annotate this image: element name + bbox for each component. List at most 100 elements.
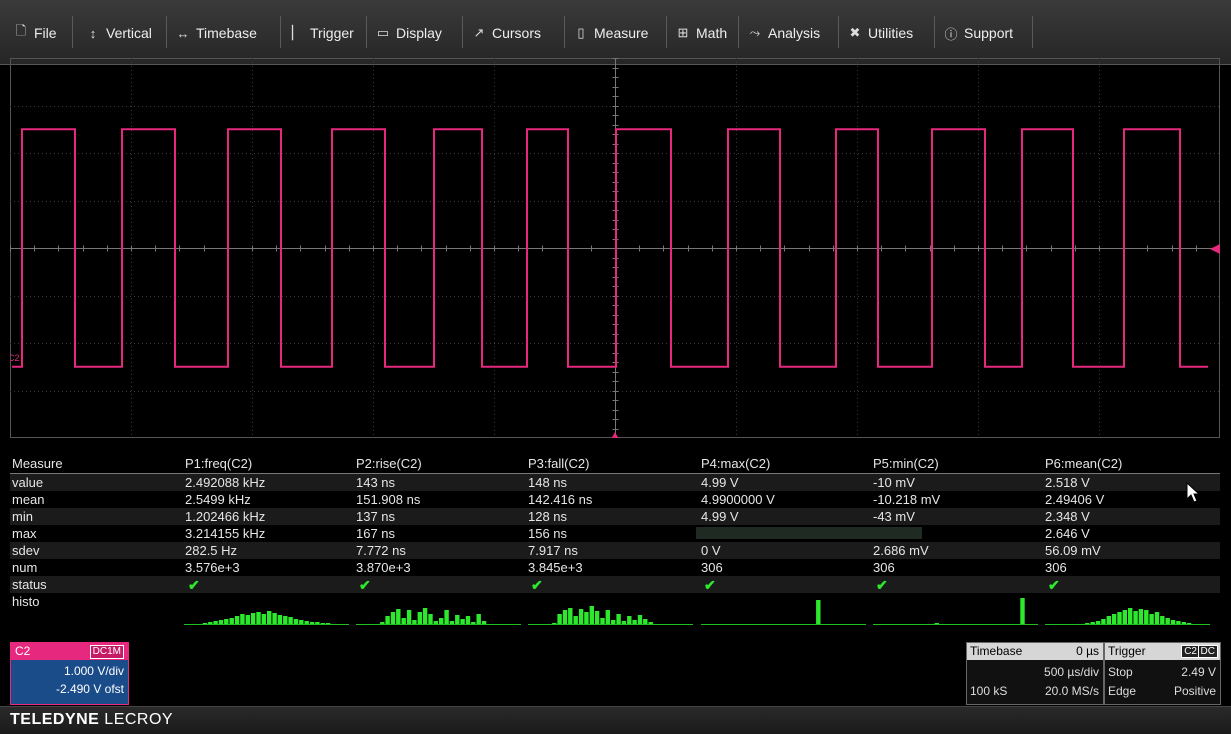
histogram-bar: [202, 623, 208, 624]
mouse-pointer-icon: [1186, 482, 1200, 503]
histogram-bar: [594, 611, 600, 624]
histogram-bar: [600, 618, 605, 624]
histogram-bar: [288, 617, 293, 624]
histogram-bar: [616, 614, 621, 624]
histogram-bar: [267, 611, 272, 624]
p1-header[interactable]: P1:freq(C2): [185, 456, 252, 471]
histogram-bar: [1122, 610, 1127, 624]
cell: 151.908 ns: [356, 492, 421, 507]
histogram-bar: [309, 622, 315, 624]
histogram-bar: [390, 612, 396, 624]
status-check-icon: ✔: [704, 577, 716, 593]
measure-row-status: status ✔ ✔ ✔ ✔ ✔ ✔: [10, 576, 1220, 593]
histogram-bar: [380, 622, 385, 624]
menu-support[interactable]: ⓘ Support: [944, 22, 1013, 44]
histogram-bar: [1111, 614, 1117, 624]
histogram-bar: [1101, 619, 1106, 624]
histogram-bar: [455, 615, 460, 624]
cell: 2.492088 kHz: [185, 475, 266, 490]
cell: 0 V: [701, 543, 721, 558]
histogram-bar: [557, 614, 562, 624]
histogram-bar: [637, 615, 643, 624]
cursors-icon: ↗: [473, 25, 485, 40]
histogram-bar: [406, 610, 412, 624]
redacted-cell: [696, 527, 922, 539]
cell: 2.518 V: [1045, 475, 1090, 490]
waveform-grid[interactable]: C2: [10, 58, 1220, 438]
cell: -10.218 mV: [873, 492, 941, 507]
histogram-bar: [1090, 622, 1095, 624]
histogram-bar: [1149, 614, 1154, 624]
analysis-icon: ⤳: [749, 25, 761, 40]
measure-row-max: max 3.214155 kHz 167 ns 156 ns 2.646 V: [10, 525, 1220, 542]
measure-row-min: min 1.202466 kHz 137 ns 128 ns 4.99 V -4…: [10, 508, 1220, 525]
histogram-bar: [1144, 610, 1149, 624]
histogram-bar: [272, 613, 277, 624]
histogram-bar: [240, 614, 245, 624]
menu-timebase[interactable]: ↔ Timebase: [176, 22, 257, 44]
cell: 167 ns: [356, 526, 396, 541]
menu-file[interactable]: 🗋 File: [14, 22, 57, 44]
menu-display-label: Display: [396, 25, 442, 41]
c2-ground-marker[interactable]: C2: [10, 353, 20, 363]
p2-header[interactable]: P2:rise(C2): [356, 456, 422, 471]
histogram-bar: [1176, 621, 1181, 624]
histogram-bar: [578, 609, 584, 624]
trigger-descriptor-box[interactable]: Trigger C2 DC Stop 2.49 V Edge Positive: [1104, 642, 1221, 705]
timebase-header: Timebase 0 µs: [967, 643, 1103, 660]
histogram-bar: [1138, 609, 1144, 624]
menu-measure[interactable]: ▯ Measure: [574, 22, 648, 44]
menu-separator: [280, 16, 281, 48]
menu-trigger[interactable]: ▏ Trigger: [290, 22, 354, 44]
trigger-coupling-badge: DC: [1197, 645, 1218, 658]
menu-analysis[interactable]: ⤳ Analysis: [748, 22, 820, 44]
histogram-bar: [568, 608, 573, 624]
menu-utilities[interactable]: ✖ Utilities: [848, 22, 914, 44]
menu-separator: [462, 16, 463, 48]
histogram-bar: [460, 619, 465, 624]
menu-cursors-label: Cursors: [492, 25, 542, 41]
menu-cursors[interactable]: ↗ Cursors: [472, 22, 541, 44]
menu-display[interactable]: ▭ Display: [376, 22, 442, 44]
histogram-bar: [481, 621, 487, 624]
histogram-bar: [1181, 622, 1186, 624]
histogram-bar: [605, 610, 610, 624]
p4-header[interactable]: P4:max(C2): [701, 456, 770, 471]
c2-descriptor-box[interactable]: C2 DC1M 1.000 V/div -2.490 V ofst: [10, 642, 129, 705]
histogram-bar: [476, 614, 481, 624]
p3-header[interactable]: P3:fall(C2): [528, 456, 589, 471]
p6-header[interactable]: P6:mean(C2): [1045, 456, 1122, 471]
cell: 282.5 Hz: [185, 543, 238, 558]
histogram-bar: [648, 622, 653, 624]
timebase-descriptor-box[interactable]: Timebase 0 µs 500 µs/div 100 kS 20.0 MS/…: [966, 642, 1104, 705]
histogram-bar: [256, 612, 261, 624]
measure-icon: ▯: [577, 25, 585, 40]
timebase-title: Timebase: [970, 644, 1023, 658]
trigger-mode: Stop: [1108, 665, 1133, 679]
menu-math[interactable]: ⊞ Math: [676, 22, 728, 44]
histogram-bar: [229, 618, 234, 624]
histogram-bar: [1186, 623, 1192, 624]
histogram-bar: [213, 621, 218, 624]
status-check-icon: ✔: [531, 577, 543, 593]
cell: 2.5499 kHz: [185, 492, 251, 507]
histogram-bar: [283, 616, 288, 624]
row-label: status: [12, 577, 47, 592]
menu-vertical[interactable]: ↕ Vertical: [86, 22, 152, 44]
vertical-arrows-icon: ↕: [89, 25, 97, 41]
histogram-bar: [320, 623, 325, 624]
cell: 56.09 mV: [1045, 543, 1101, 558]
utilities-icon: ✖: [849, 25, 861, 40]
display-icon: ▭: [376, 25, 390, 40]
histogram-bar: [449, 621, 455, 624]
histogram-bar: [1170, 620, 1176, 624]
histogram-bar: [1020, 598, 1025, 624]
cell: 3.870e+3: [356, 560, 411, 575]
histogram-bar: [325, 623, 331, 624]
row-label: num: [12, 560, 38, 575]
cell: 4.99 V: [701, 475, 739, 490]
trigger-level-marker[interactable]: [1210, 244, 1220, 254]
measure-row-sdev: sdev 282.5 Hz 7.772 ns 7.917 ns 0 V 2.68…: [10, 542, 1220, 559]
p5-header[interactable]: P5:min(C2): [873, 456, 939, 471]
cell: 2.49406 V: [1045, 492, 1105, 507]
